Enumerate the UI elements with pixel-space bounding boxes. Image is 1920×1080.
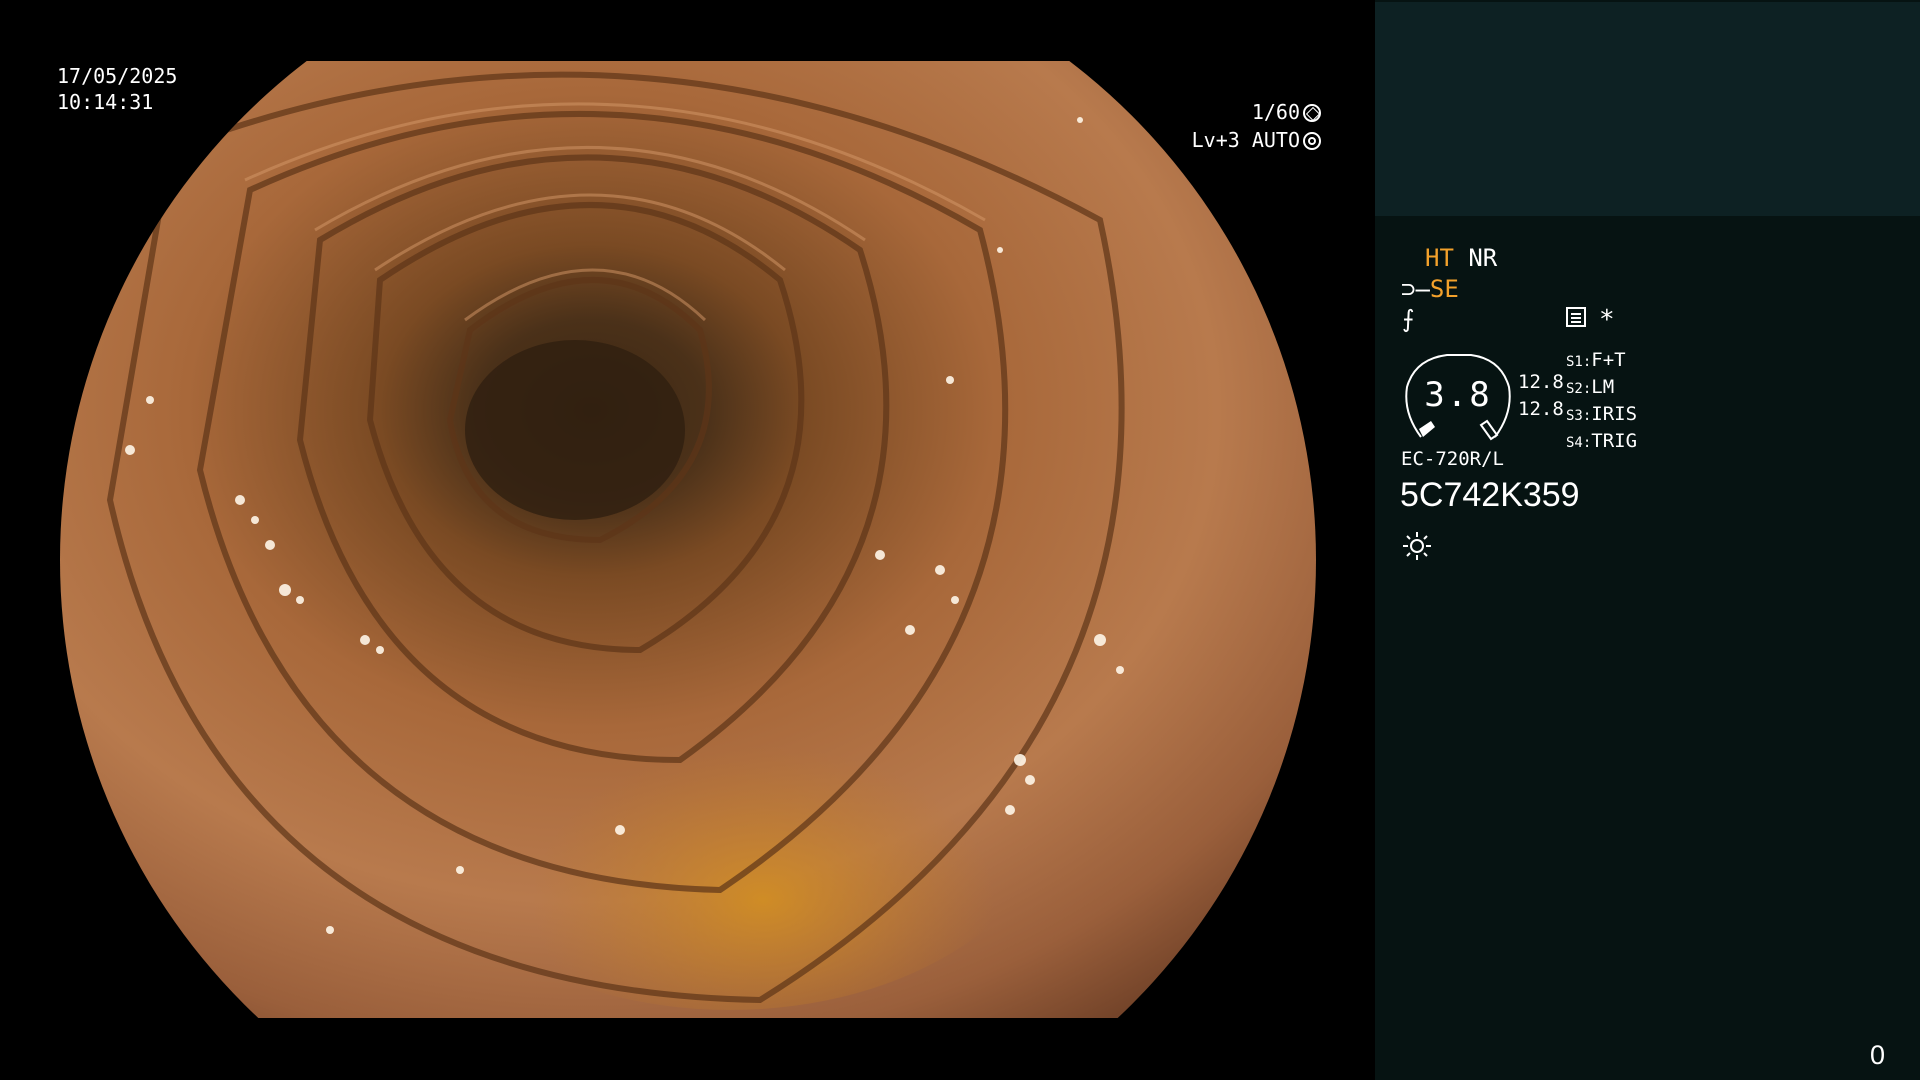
gauge-value: 3.8 xyxy=(1424,375,1492,415)
switch-row: S2:LM xyxy=(1566,376,1615,398)
scope-model: EC-720R/L xyxy=(1401,448,1504,470)
info-panel: HT NR ⊃̶SE ⨍ * 3.8 12.8 12.8 S1:F+T S2:L… xyxy=(1375,0,1920,1080)
level-row: Lv+3 AUTO xyxy=(1192,127,1321,153)
switch-row: S4:TRIG xyxy=(1566,430,1638,452)
gauge-display: 3.8 xyxy=(1401,351,1515,443)
corner-counter: 0 xyxy=(1870,1040,1886,1070)
value-top: 12.8 xyxy=(1518,371,1564,393)
endoscope-view: 17/05/2025 10:14:31 1/60 Lv+3 AUTO xyxy=(0,0,1375,1080)
aperture-icon xyxy=(1303,104,1321,122)
scope-serial: 5C742K359 xyxy=(1400,476,1580,514)
document-icon xyxy=(1566,307,1586,327)
iris-icon xyxy=(1303,132,1321,150)
asterisk-symbol: * xyxy=(1599,305,1615,335)
se-label: SE xyxy=(1429,275,1459,303)
ht-nr-indicator: HT NR xyxy=(1425,244,1497,272)
time-text: 10:14:31 xyxy=(57,90,154,114)
se-indicator: ⊃̶SE xyxy=(1401,275,1459,303)
light-sun-icon xyxy=(1401,530,1433,562)
endoscopy-image xyxy=(60,61,1316,1018)
switch-assignments: S1:F+T S2:LM S3:IRIS S4:TRIG xyxy=(1566,348,1637,456)
date-text: 17/05/2025 xyxy=(57,64,178,88)
datetime-display: 17/05/2025 10:14:31 xyxy=(57,63,177,115)
ht-label: HT xyxy=(1425,244,1454,272)
scope-curve-icon: ⊃̶ xyxy=(1401,275,1430,303)
shutter-text: 1/60 xyxy=(1251,100,1300,124)
panel-header-area xyxy=(1375,2,1920,216)
bend-icon: ⨍ xyxy=(1402,305,1415,333)
level-mode-text: Lv+3 AUTO xyxy=(1191,128,1300,152)
switch-row: S3:IRIS xyxy=(1566,403,1638,425)
switch-row: S1:F+T xyxy=(1566,349,1626,371)
value-bottom: 12.8 xyxy=(1518,398,1564,420)
nr-label: NR xyxy=(1468,244,1498,272)
shutter-row: 1/60 xyxy=(1252,99,1321,125)
